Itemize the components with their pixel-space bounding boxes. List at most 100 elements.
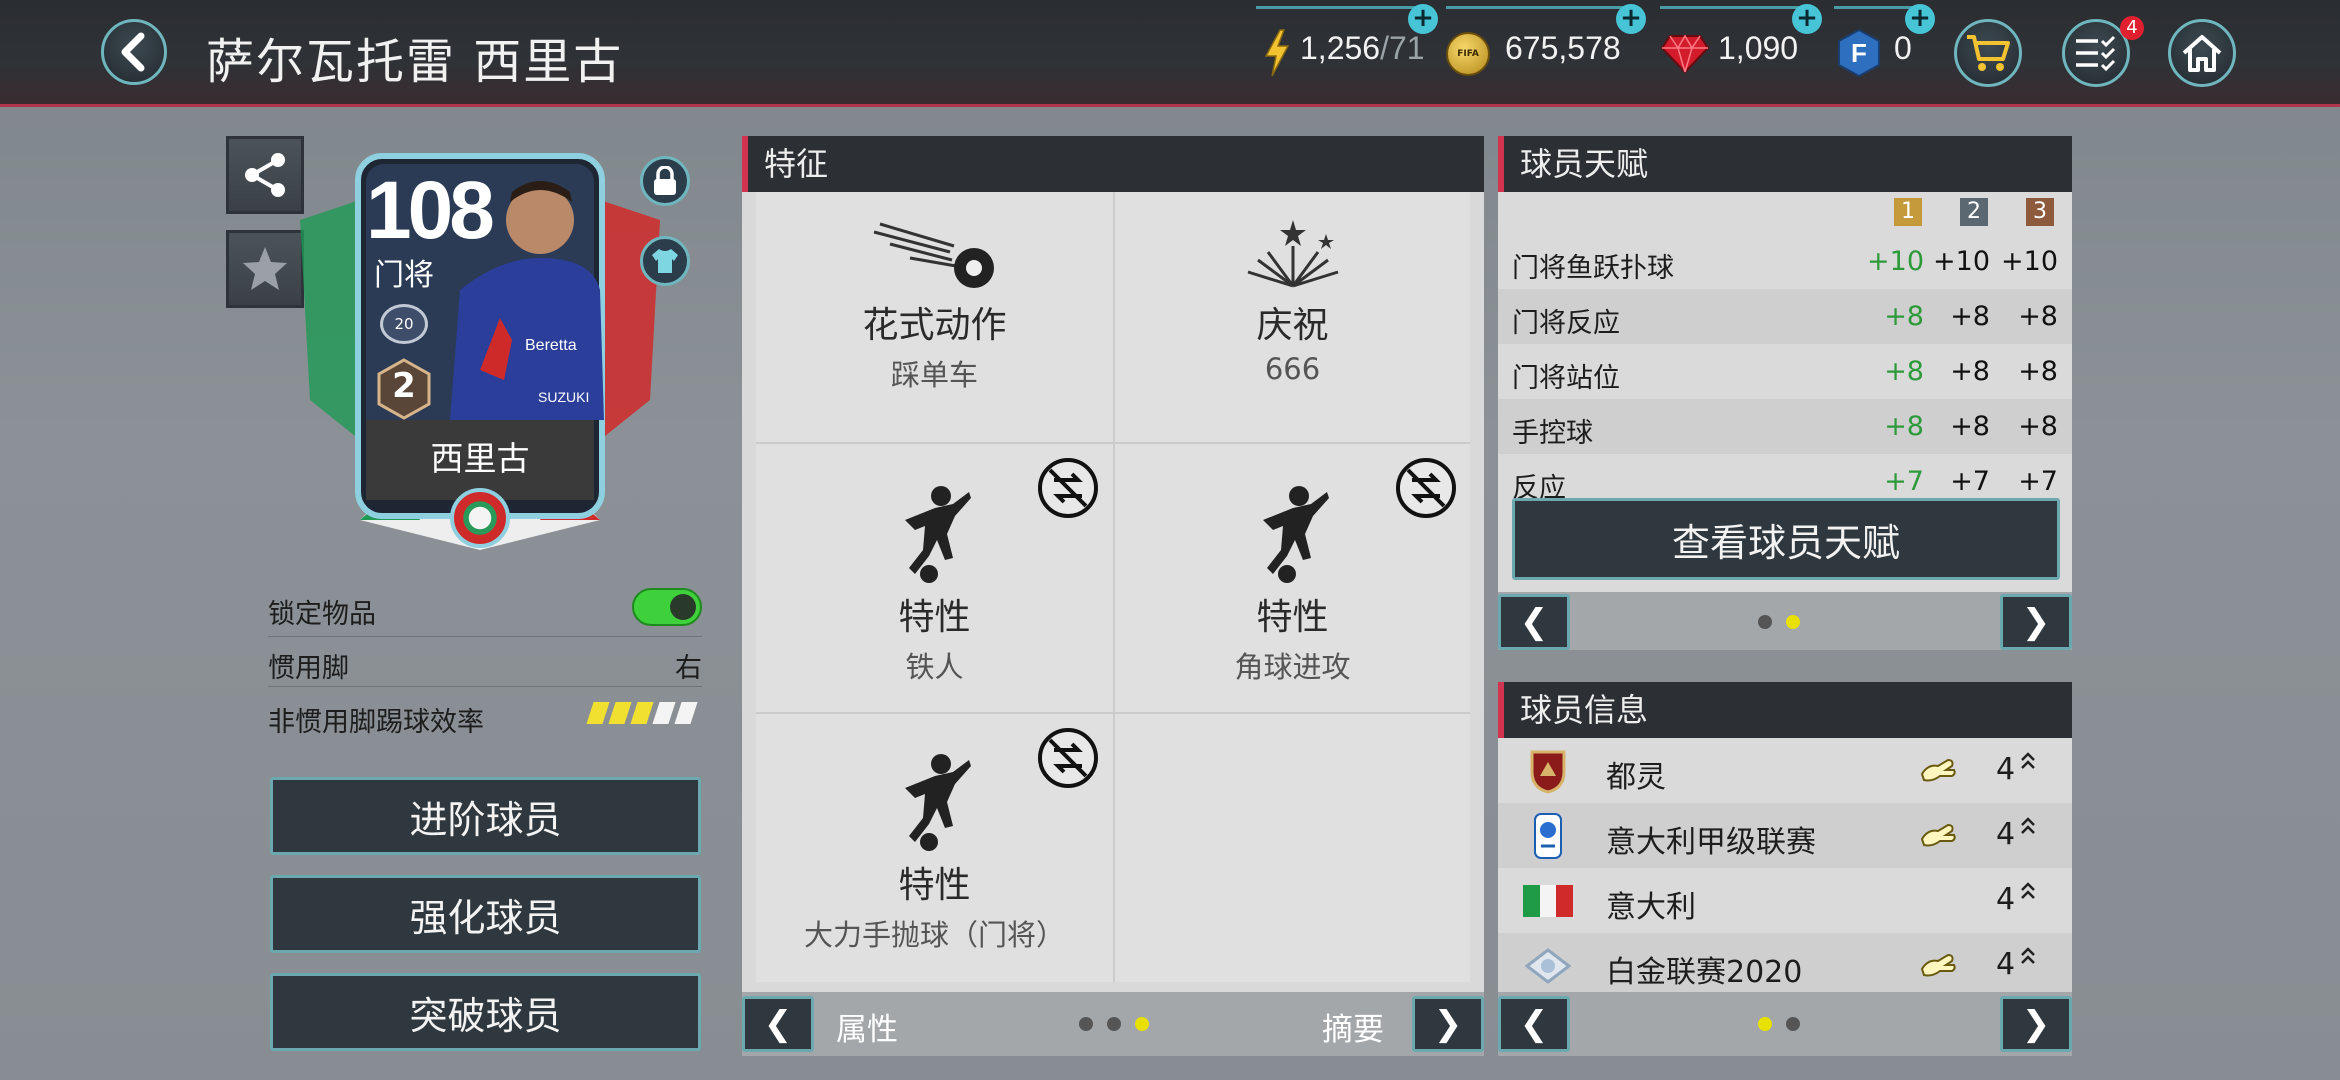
rank-up-player-button[interactable]: 突破球员	[270, 973, 701, 1051]
traits-header: 特征	[742, 136, 1484, 192]
stamina-plus-button[interactable]: +	[1408, 4, 1438, 34]
traits-next-button[interactable]: ❯	[1412, 996, 1484, 1052]
swap-disabled-icon	[1396, 458, 1456, 518]
skill-value-2: +8	[1950, 411, 1990, 442]
traits-next-label[interactable]: 摘要	[1322, 1004, 1384, 1049]
lock-card-button[interactable]	[640, 156, 690, 206]
chevron-left-icon	[121, 32, 145, 72]
trait-cell-celebration[interactable]: 庆祝 666	[1115, 192, 1470, 442]
weak-foot-rating	[586, 702, 702, 726]
svg-text:SUZUKI: SUZUKI	[538, 389, 589, 405]
chevron-up-icon	[2021, 882, 2035, 899]
favorite-button[interactable]	[226, 230, 304, 308]
swap-disabled-icon	[1038, 728, 1098, 788]
football-icon	[450, 488, 510, 548]
skills-next-button[interactable]: ❯	[2000, 594, 2072, 650]
level-badge: 20	[380, 304, 428, 344]
skill-value-2: +7	[1950, 466, 1990, 497]
upgrade-player-button[interactable]: 进阶球员	[270, 777, 701, 855]
gems-plus-button[interactable]: +	[1792, 4, 1822, 34]
skill-row: 手控球 +8 +8 +8	[1498, 399, 2072, 454]
page-dots	[1751, 1016, 1807, 1035]
stamina-value: 1,256/71	[1300, 30, 1425, 66]
store-button[interactable]	[1954, 19, 2022, 87]
swap-trait-button[interactable]	[1394, 456, 1458, 524]
trait-subtitle: 踩单车	[890, 358, 978, 392]
traits-prev-button[interactable]: ❮	[742, 996, 814, 1052]
page-dots	[1751, 614, 1807, 633]
coins-value: 675,578	[1505, 30, 1621, 66]
trait-title: 庆祝	[1256, 305, 1329, 346]
info-footer: ❮ ❯	[1498, 992, 2072, 1056]
skill-value-1: +8	[1884, 356, 1924, 387]
home-button[interactable]	[2168, 19, 2236, 87]
info-value: 4	[1996, 752, 2016, 787]
kit-button[interactable]	[640, 236, 690, 286]
view-skills-button[interactable]: 查看球员天赋	[1512, 498, 2060, 580]
skill-name: 手控球	[1512, 418, 1593, 449]
skill-value-2: +8	[1950, 301, 1990, 332]
card-name: 西里古	[430, 439, 530, 478]
info-value: 4	[1996, 882, 2016, 917]
trait-subtitle: 角球进攻	[1234, 650, 1351, 684]
swap-trait-button[interactable]	[1036, 456, 1100, 524]
info-name: 意大利	[1606, 890, 1696, 925]
weak-foot-segment	[586, 702, 610, 724]
rank-badge: 2	[392, 366, 416, 406]
italy-flag-icon	[1520, 876, 1576, 926]
skill-value-1: +7	[1884, 466, 1924, 497]
skills-header: 球员天赋	[1498, 136, 2072, 192]
info-next-button[interactable]: ❯	[2000, 996, 2072, 1052]
preferred-foot-row: 惯用脚 右	[268, 646, 702, 685]
skill-value-3: +10	[2001, 246, 2058, 277]
trait-title: 特性	[1256, 597, 1329, 638]
player-info-panel: 球员信息 都灵 4 意大利甲级联赛 4 意大利 4 白金联赛2020 4 ❮ ❯	[1498, 682, 2072, 1056]
trait-title: 特性	[898, 597, 971, 638]
info-row: 意大利甲级联赛 4	[1498, 803, 2072, 868]
traits-prev-label[interactable]: 属性	[836, 1004, 898, 1049]
traits-grid: 花式动作 踩单车 庆祝 666 特性 铁人 特性 角球进攻 特性 大力手抛球（门…	[756, 192, 1470, 982]
celebration-fireworks-icon	[1247, 220, 1338, 288]
trait-subtitle: 666	[1264, 352, 1321, 386]
weak-foot-segment	[674, 702, 698, 724]
svg-text:F: F	[1851, 38, 1867, 68]
chevron-up-icon	[2021, 752, 2035, 769]
skill-value-3: +7	[2018, 466, 2058, 497]
weak-foot-segment	[652, 702, 676, 724]
back-button[interactable]	[101, 19, 167, 85]
points-plus-button[interactable]: +	[1905, 4, 1935, 34]
skills-panel: 球员天赋 1 2 3 门将鱼跃扑球 +10 +10 +10 门将反应 +8 +8 +8 门将站位…	[1498, 136, 2072, 650]
chemistry-hand-icon	[1920, 758, 1956, 782]
player-card[interactable]: Beretta SUZUKI 108 门将 20 2 西里古	[300, 140, 660, 550]
trait-cell-skill-move[interactable]: 花式动作 踩单车	[756, 192, 1113, 442]
coins-plus-button[interactable]: +	[1616, 4, 1646, 34]
skill-value-3: +8	[2018, 356, 2058, 387]
info-name: 意大利甲级联赛	[1606, 825, 1816, 860]
skill-value-2: +8	[1950, 356, 1990, 387]
skill-value-1: +10	[1867, 246, 1924, 277]
trait-subtitle: 大力手抛球（门将）	[803, 918, 1065, 952]
info-row: 都灵 4	[1498, 738, 2072, 803]
jersey-icon	[652, 249, 678, 273]
trait-player-icon	[904, 486, 971, 583]
train-player-button[interactable]: 强化球员	[270, 875, 701, 953]
skills-footer: ❮ ❯	[1498, 592, 2072, 650]
skill-row: 门将站位 +8 +8 +8	[1498, 344, 2072, 399]
weak-foot-segment	[608, 702, 632, 724]
skill-name: 门将站位	[1512, 363, 1620, 394]
notification-badge: 4	[2120, 16, 2144, 40]
trait-title: 特性	[898, 865, 971, 906]
serie-a-logo-icon	[1520, 811, 1576, 861]
traits-panel: 特征 花式动作 踩单车 庆祝 666 特性 铁人 特性 角球进攻 特性 大力手抛…	[742, 136, 1484, 1056]
shopping-cart-icon	[1967, 35, 2010, 71]
coins-line	[1446, 6, 1624, 9]
swap-trait-button[interactable]	[1036, 726, 1100, 794]
svg-text:Beretta: Beretta	[525, 337, 577, 354]
lock-toggle[interactable]	[632, 588, 702, 626]
chevron-up-icon	[2021, 947, 2035, 964]
share-button[interactable]	[226, 136, 304, 214]
info-prev-button[interactable]: ❮	[1498, 996, 1570, 1052]
skills-prev-button[interactable]: ❮	[1498, 594, 1570, 650]
skill-name: 门将鱼跃扑球	[1512, 253, 1674, 284]
fifa-points-icon: F	[1838, 28, 1880, 78]
